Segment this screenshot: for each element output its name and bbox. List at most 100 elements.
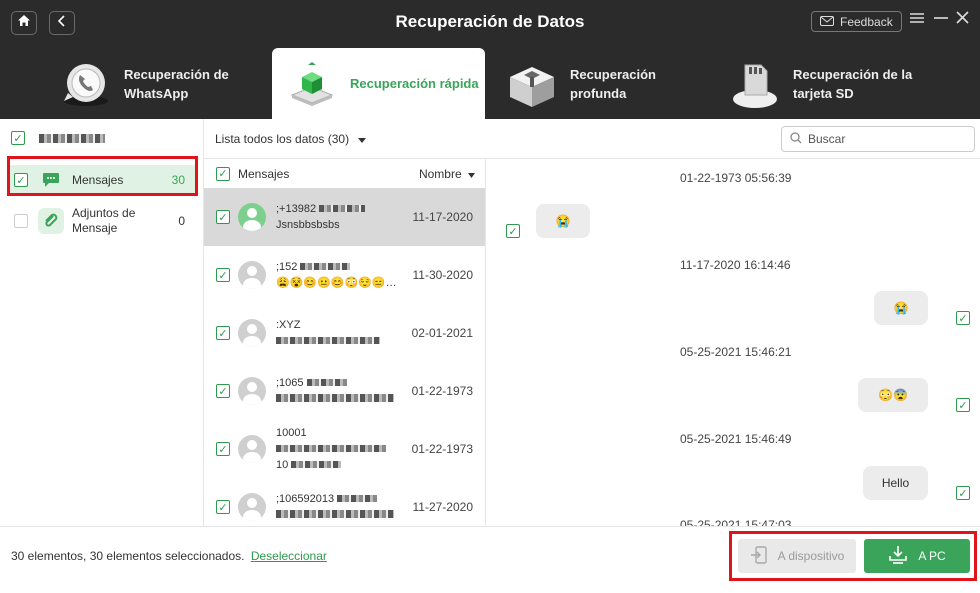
row-date: 11-27-2020 bbox=[412, 500, 474, 514]
menu-icon bbox=[910, 11, 924, 28]
tab-whatsapp-recovery[interactable]: Recuperación de WhatsApp bbox=[58, 48, 258, 119]
category-message-attachments[interactable]: Adjuntos de Mensaje 0 bbox=[9, 203, 197, 239]
list-item[interactable]: ✓ :XYZ 02-01-2021 bbox=[204, 304, 485, 362]
row-preview: 😩😵😊😐😊😳😌😑… bbox=[276, 277, 397, 289]
message-bubble-sent: 😳😨 bbox=[858, 378, 928, 412]
row-date: 01-22-1973 bbox=[411, 384, 473, 398]
quick-recovery-cube-icon bbox=[284, 59, 340, 109]
row-title: ;152 bbox=[276, 259, 400, 275]
footer-bar: 30 elementos, 30 elementos seleccionados… bbox=[0, 526, 980, 593]
search-placeholder: Buscar bbox=[808, 132, 846, 146]
message-timestamp: 05-25-2021 15:46:21 bbox=[680, 345, 792, 359]
row-checkbox[interactable]: ✓ bbox=[216, 384, 230, 398]
message-checkbox[interactable]: ✓ bbox=[956, 398, 970, 412]
list-header-label: Mensajes bbox=[238, 166, 290, 181]
category-sidebar: ✓ ✓ Mensajes 30 Adjuntos de Mensaje 0 bbox=[0, 119, 204, 526]
list-item[interactable]: ✓ ;106592013 11-27-2020 bbox=[204, 478, 485, 526]
message-timestamp: 11-17-2020 16:14:46 bbox=[680, 258, 791, 272]
mail-icon bbox=[820, 15, 834, 29]
message-bubble-sent: Hello bbox=[863, 466, 928, 500]
app-header: Recuperación de Datos Feedback Recuperac… bbox=[0, 0, 980, 119]
feedback-label: Feedback bbox=[840, 14, 893, 29]
row-title: :XYZ bbox=[276, 319, 301, 331]
row-preview-blurred bbox=[276, 391, 400, 407]
row-preview-blurred bbox=[276, 333, 400, 349]
category-label: Adjuntos de Mensaje bbox=[72, 206, 136, 235]
caret-down-icon bbox=[358, 132, 367, 146]
avatar bbox=[238, 435, 266, 463]
minimize-icon bbox=[934, 11, 948, 28]
message-timestamp: 05-25-2021 15:47:03 bbox=[680, 518, 792, 526]
device-header: ✓ bbox=[11, 131, 105, 145]
filter-label: Lista todos los datos (30) bbox=[215, 132, 350, 146]
deep-recovery-box-icon bbox=[504, 59, 560, 109]
list-select-all-checkbox[interactable]: ✓ bbox=[216, 166, 230, 181]
sort-label: Nombre bbox=[418, 167, 462, 181]
selection-status: 30 elementos, 30 elementos seleccionados… bbox=[11, 549, 327, 563]
list-item[interactable]: ✓ ;1065 01-22-1973 bbox=[204, 362, 485, 420]
message-bubble-sent: 😭 bbox=[874, 291, 928, 325]
row-checkbox[interactable]: ✓ bbox=[216, 210, 230, 224]
tab-label: Recuperación de WhatsApp bbox=[124, 66, 229, 101]
row-date: 11-30-2020 bbox=[412, 268, 474, 282]
status-text: 30 elementos, 30 elementos seleccionados… bbox=[11, 549, 245, 563]
row-preview: Jsnsbbsbsbs bbox=[276, 219, 340, 231]
avatar bbox=[238, 377, 266, 405]
sd-card-icon bbox=[727, 59, 783, 109]
message-thread: 01-22-1973 05:56:39 ✓ 😭 11-17-2020 16:14… bbox=[486, 159, 980, 526]
avatar bbox=[238, 319, 266, 347]
highlight-frame bbox=[729, 531, 977, 581]
row-title: ;106592013 bbox=[276, 491, 400, 507]
tab-sd-card-recovery[interactable]: Recuperación de la tarjeta SD bbox=[727, 48, 957, 119]
tab-label: Recuperación rápida bbox=[350, 76, 479, 91]
message-bubble-received: 😭 bbox=[536, 204, 590, 238]
avatar bbox=[238, 261, 266, 289]
highlight-frame bbox=[7, 156, 198, 196]
minimize-button[interactable] bbox=[934, 11, 948, 29]
list-item[interactable]: ✓ ;+13982 Jsnsbbsbsbs 11-17-2020 bbox=[204, 188, 485, 246]
list-item[interactable]: ✓ 10001 10 01-22-1973 bbox=[204, 420, 485, 478]
row-checkbox[interactable]: ✓ bbox=[216, 500, 230, 514]
row-title: 10001 bbox=[276, 427, 307, 439]
row-checkbox[interactable]: ✓ bbox=[216, 442, 230, 456]
conversation-list: ✓ Mensajes Nombre ✓ ;+13982 Jsnsbbsbsbs … bbox=[204, 159, 486, 526]
close-button[interactable] bbox=[956, 11, 969, 29]
row-date: 02-01-2021 bbox=[411, 326, 473, 340]
tab-quick-recovery[interactable]: Recuperación rápida bbox=[272, 48, 485, 119]
message-checkbox[interactable]: ✓ bbox=[506, 224, 520, 238]
message-checkbox[interactable]: ✓ bbox=[956, 311, 970, 325]
message-timestamp: 05-25-2021 15:46:49 bbox=[680, 432, 792, 446]
search-icon bbox=[790, 131, 802, 147]
filter-dropdown[interactable]: Lista todos los datos (30) bbox=[215, 132, 367, 146]
sort-dropdown[interactable]: Nombre bbox=[419, 167, 475, 181]
feedback-button[interactable]: Feedback bbox=[811, 11, 902, 32]
row-checkbox[interactable]: ✓ bbox=[216, 326, 230, 340]
message-checkbox[interactable]: ✓ bbox=[956, 486, 970, 500]
message-timestamp: 01-22-1973 05:56:39 bbox=[680, 171, 792, 185]
row-date: 01-22-1973 bbox=[411, 442, 473, 456]
menu-button[interactable] bbox=[910, 11, 924, 29]
tab-label: Recuperación profunda bbox=[570, 66, 656, 101]
attachment-clip-icon bbox=[38, 208, 64, 234]
list-header: ✓ Mensajes Nombre bbox=[204, 159, 485, 188]
search-input[interactable]: Buscar bbox=[781, 126, 975, 152]
row-preview: 10 bbox=[276, 457, 400, 473]
avatar bbox=[238, 493, 266, 521]
row-title: ;+13982 bbox=[276, 201, 400, 217]
select-all-checkbox[interactable]: ✓ bbox=[11, 131, 25, 145]
category-count: 0 bbox=[178, 214, 185, 228]
caret-down-icon bbox=[468, 167, 475, 181]
list-item[interactable]: ✓ ;152 😩😵😊😐😊😳😌😑… 11-30-2020 bbox=[204, 246, 485, 304]
tab-deep-recovery[interactable]: Recuperación profunda bbox=[504, 48, 714, 119]
row-preview-blurred bbox=[276, 441, 400, 457]
row-preview-blurred bbox=[276, 507, 400, 523]
deselect-link[interactable]: Deseleccionar bbox=[251, 549, 327, 563]
whatsapp-phone-icon bbox=[58, 59, 114, 109]
tab-label: Recuperación de la tarjeta SD bbox=[793, 66, 913, 101]
row-title: ;1065 bbox=[276, 375, 400, 391]
category-checkbox[interactable] bbox=[14, 214, 28, 228]
list-toolbar: Lista todos los datos (30) Buscar bbox=[204, 119, 980, 159]
row-checkbox[interactable]: ✓ bbox=[216, 268, 230, 282]
close-icon bbox=[956, 11, 969, 28]
row-date: 11-17-2020 bbox=[412, 210, 474, 224]
